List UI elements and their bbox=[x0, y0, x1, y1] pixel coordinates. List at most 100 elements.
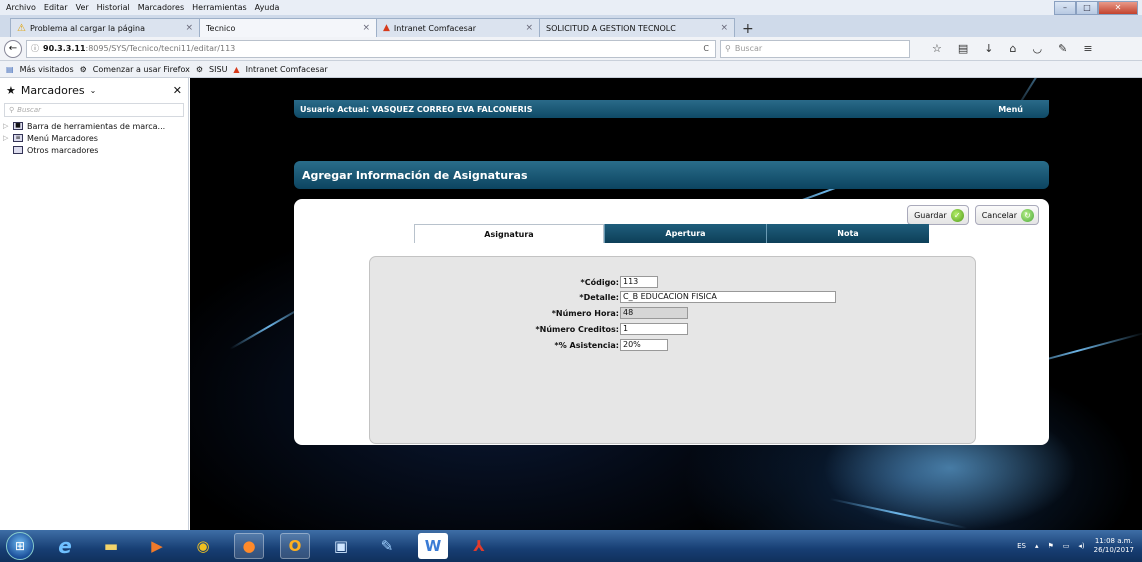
menu-ayuda[interactable]: Ayuda bbox=[255, 3, 280, 12]
close-tab-icon[interactable]: × bbox=[525, 23, 533, 33]
cancel-label: Cancelar bbox=[981, 210, 1017, 220]
chevron-down-icon[interactable]: ⌄ bbox=[90, 86, 97, 95]
menu-herramientas[interactable]: Herramientas bbox=[192, 3, 247, 12]
new-tab-button[interactable]: + bbox=[734, 21, 762, 37]
sidebar-item-label: Otros marcadores bbox=[27, 145, 99, 155]
cancel-button[interactable]: Cancelar ↻ bbox=[974, 205, 1039, 225]
word-icon[interactable]: W bbox=[418, 533, 448, 559]
sync-icon[interactable]: ✎ bbox=[1058, 42, 1067, 55]
menu-editar[interactable]: Editar bbox=[44, 3, 68, 12]
back-arrow-icon: ← bbox=[8, 43, 18, 54]
expand-icon[interactable]: ▷ bbox=[3, 134, 9, 142]
download-icon[interactable]: ↓ bbox=[984, 42, 993, 55]
window-controls: – □ ✕ bbox=[1054, 1, 1138, 15]
flag-icon[interactable]: ⚑ bbox=[1047, 542, 1053, 550]
sidebar-item-otros[interactable]: Otros marcadores bbox=[0, 144, 188, 156]
info-icon[interactable]: ⓘ bbox=[31, 43, 39, 54]
minimize-icon[interactable]: – bbox=[1054, 1, 1076, 15]
paint-icon[interactable]: ✎ bbox=[372, 533, 402, 559]
clipboard-icon[interactable]: ▤ bbox=[958, 42, 968, 55]
menu-marcadores[interactable]: Marcadores bbox=[138, 3, 184, 12]
bookmark-star-icon[interactable]: ☆ bbox=[932, 42, 942, 55]
firefox-icon[interactable]: ● bbox=[234, 533, 264, 559]
toolbar-icons: ☆ ▤ ↓ ⌂ ◡ ✎ ≡ bbox=[932, 42, 1093, 55]
bookmarks-sidebar: ★ Marcadores ⌄ ✕ ⚲ Buscar ▷ ■ Barra de h… bbox=[0, 78, 189, 530]
tab-intranet[interactable]: ▲ Intranet Comfacesar × bbox=[376, 18, 540, 37]
horas-field: 48 bbox=[620, 307, 688, 319]
url-path: :8095/SYS/Tecnico/tecni11/editar/113 bbox=[85, 44, 236, 53]
search-icon: ⚲ bbox=[9, 106, 15, 114]
expand-icon[interactable]: ▷ bbox=[3, 122, 9, 130]
bookmark-intranet[interactable]: Intranet Comfacesar bbox=[246, 65, 328, 74]
tab-label: Tecnico bbox=[206, 23, 236, 33]
clock-time: 11:08 a.m. bbox=[1094, 537, 1133, 545]
tab-asignatura[interactable]: Asignatura bbox=[414, 224, 604, 243]
tab-solicitud[interactable]: SOLICITUD A GESTION TECNOLC × bbox=[539, 18, 735, 37]
start-button[interactable]: ⊞ bbox=[6, 532, 34, 560]
close-window-icon[interactable]: ✕ bbox=[1098, 1, 1138, 15]
maximize-icon[interactable]: □ bbox=[1076, 1, 1098, 15]
media-player-icon[interactable]: ▶ bbox=[142, 533, 172, 559]
close-tab-icon[interactable]: × bbox=[185, 23, 193, 33]
close-tab-icon[interactable]: × bbox=[362, 23, 370, 33]
close-sidebar-icon[interactable]: ✕ bbox=[173, 84, 182, 97]
sidebar-item-label: Menú Marcadores bbox=[27, 133, 98, 143]
detalle-label: *Detalle: bbox=[579, 292, 619, 302]
flame-icon: ▲ bbox=[233, 64, 240, 74]
acrobat-icon[interactable]: ⅄ bbox=[464, 533, 494, 559]
form-panel: Guardar ✓ Cancelar ↻ Asignatura Apertura… bbox=[294, 199, 1049, 445]
asistencia-row: *% Asistencia: 20% bbox=[470, 339, 668, 351]
internet-explorer-icon[interactable]: e bbox=[50, 533, 80, 559]
pocket-icon[interactable]: ◡ bbox=[1032, 42, 1042, 55]
tab-nota[interactable]: Nota bbox=[766, 224, 929, 243]
outlook-icon[interactable]: O bbox=[280, 533, 310, 559]
search-input[interactable]: ⚲ Buscar bbox=[720, 39, 910, 58]
sidebar-header: ★ Marcadores ⌄ ✕ bbox=[0, 78, 188, 103]
warning-icon: ⚠ bbox=[17, 22, 26, 34]
form-actions: Guardar ✓ Cancelar ↻ bbox=[907, 205, 1039, 225]
bookmark-sisu[interactable]: SISU bbox=[209, 65, 227, 74]
creditos-field[interactable]: 1 bbox=[620, 323, 688, 335]
chrome-icon[interactable]: ◉ bbox=[188, 533, 218, 559]
language-indicator[interactable]: ES bbox=[1017, 542, 1026, 550]
codigo-field[interactable]: 113 bbox=[620, 276, 658, 288]
detalle-field[interactable]: C_B EDUCACION FISICA bbox=[620, 291, 836, 303]
sidebar-item-toolbar[interactable]: ▷ ■ Barra de herramientas de marca... bbox=[0, 120, 188, 132]
home-icon[interactable]: ⌂ bbox=[1010, 42, 1017, 55]
tab-tecnico[interactable]: Tecnico × bbox=[199, 18, 377, 37]
tab-problema[interactable]: ⚠ Problema al cargar la página × bbox=[10, 18, 200, 37]
clock[interactable]: 11:08 a.m. 26/10/2017 bbox=[1094, 537, 1134, 555]
url-bar[interactable]: ⓘ 90.3.3.11:8095/SYS/Tecnico/tecni11/edi… bbox=[26, 39, 716, 58]
sidebar-title[interactable]: Marcadores bbox=[21, 84, 85, 97]
reload-icon[interactable]: C bbox=[703, 44, 715, 53]
main-menu-link[interactable]: Menú bbox=[998, 105, 1043, 114]
background-streak bbox=[829, 498, 968, 530]
menu-archivo[interactable]: Archivo bbox=[6, 3, 36, 12]
codigo-label: *Código: bbox=[580, 277, 619, 287]
bookmark-comenzar[interactable]: Comenzar a usar Firefox bbox=[93, 65, 190, 74]
bookmark-mas-visitados[interactable]: Más visitados bbox=[20, 65, 74, 74]
back-button[interactable]: ← bbox=[4, 39, 22, 58]
asistencia-field[interactable]: 20% bbox=[620, 339, 668, 351]
search-placeholder: Buscar bbox=[734, 44, 763, 53]
menu-historial[interactable]: Historial bbox=[97, 3, 130, 12]
save-button[interactable]: Guardar ✓ bbox=[907, 205, 969, 225]
page-title-bar: Agregar Información de Asignaturas bbox=[294, 161, 1049, 189]
windows-taskbar: ⊞ e ▬ ▶ ◉ ● O ▣ ✎ W ⅄ ES ▴ ⚑ ▭ ◂) 11:08 … bbox=[0, 530, 1142, 562]
menu-ver[interactable]: Ver bbox=[76, 3, 89, 12]
tab-bar: ⚠ Problema al cargar la página × Tecnico… bbox=[0, 15, 1142, 37]
hamburger-menu-icon[interactable]: ≡ bbox=[1083, 42, 1092, 55]
show-hidden-icons-icon[interactable]: ▴ bbox=[1035, 542, 1039, 550]
volume-icon[interactable]: ◂) bbox=[1078, 542, 1084, 550]
gear-icon: ⚙ bbox=[195, 64, 204, 74]
tab-apertura[interactable]: Apertura bbox=[604, 224, 766, 243]
tab-label: Problema al cargar la página bbox=[29, 23, 145, 33]
network-icon[interactable]: ▭ bbox=[1063, 542, 1070, 550]
bookmarks-menu-icon[interactable]: ▤ bbox=[6, 65, 14, 74]
file-explorer-icon[interactable]: ▬ bbox=[96, 533, 126, 559]
close-tab-icon[interactable]: × bbox=[720, 23, 728, 33]
sidebar-search-input[interactable]: ⚲ Buscar bbox=[4, 103, 184, 117]
sidebar-item-menu[interactable]: ▷ ≡ Menú Marcadores bbox=[0, 132, 188, 144]
window-switcher-icon[interactable]: ▣ bbox=[326, 533, 356, 559]
navigation-bar: ← ⓘ 90.3.3.11:8095/SYS/Tecnico/tecni11/e… bbox=[0, 37, 1142, 61]
